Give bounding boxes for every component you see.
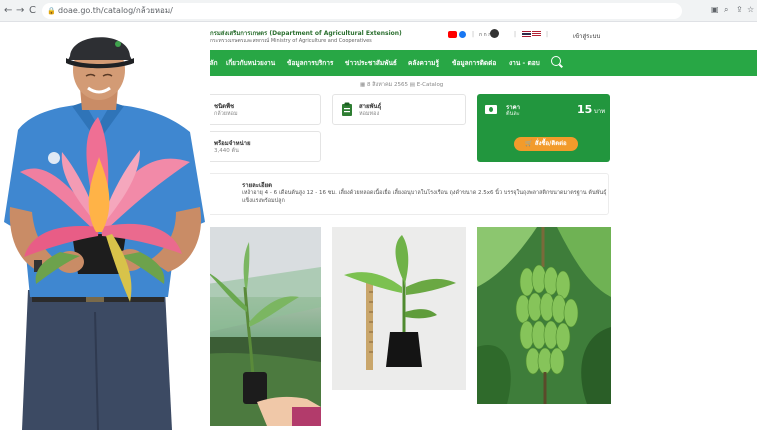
clipboard-icon [342,102,352,116]
url-text: doae.go.th/catalog/กล้วยหอม/ [58,6,173,15]
post-date: 8 สิงหาคม 2565 [366,82,409,88]
nav-item-services[interactable]: ข้อมูลการบริการ [287,58,333,68]
reload-button[interactable]: C [29,4,36,18]
price-value: 15 [577,103,593,116]
lock-icon: 🔒 [47,7,56,15]
header-divider-3: | [546,31,549,38]
address-bar[interactable]: 🔒 doae.go.th/catalog/กล้วยหอม/ [42,3,682,19]
description-panel: รายละเอียด เหง้าอายุ 4 - 6 เดือนต้นสูง 1… [187,173,609,215]
product-photo-seedling[interactable] [332,227,466,390]
header-divider: | [472,31,475,38]
extension-icon[interactable]: ▣ [711,5,719,14]
youtube-icon[interactable] [448,31,457,38]
back-button[interactable]: ← [4,4,12,18]
price-per-unit: ต้นละ [506,111,520,117]
browser-toolbar: ← → C 🔒 doae.go.th/catalog/กล้วยหอม/ ▣ ⌕… [0,0,757,22]
order-button[interactable]: 🛒 สั่งซื้อ/ติดต่อ [514,137,578,151]
english-flag-icon[interactable] [532,31,541,37]
facebook-icon[interactable] [459,31,466,38]
nav-item-contact[interactable]: ข้อมูลการติดต่อ [452,58,496,68]
header-divider-2: | [514,31,517,38]
org-name-english: กระทรวงเกษตรและสหกรณ์ Ministry of Agricu… [210,38,372,44]
presenter-photo [0,22,210,430]
folder-icon: ▤ [409,82,417,88]
breed-value: หอมทอง [359,111,380,117]
nav-item-qa[interactable]: งาน - ตอบ [509,58,540,68]
zoom-icon[interactable]: ⌕ [724,5,728,15]
thai-flag-icon[interactable] [522,31,531,37]
login-link[interactable]: เข้าสู่ระบบ [573,31,600,41]
nav-item-knowledge[interactable]: คลังความรู้ [408,58,439,68]
search-icon[interactable] [551,56,561,66]
forward-button[interactable]: → [16,4,24,18]
variety-value: กล้วยหอม [214,111,238,117]
screenshot-root: ← → C 🔒 doae.go.th/catalog/กล้วยหอม/ ▣ ⌕… [0,0,757,430]
price-card: ราคา ต้นละ 15 บาท 🛒 สั่งซื้อ/ติดต่อ [477,94,610,162]
nav-item-about[interactable]: เกี่ยวกับหน่วยงาน [226,58,275,68]
cash-icon [485,105,497,114]
cart-icon: 🛒 [525,140,535,147]
calendar-icon: ▦ [360,82,367,88]
share-icon[interactable]: ⇪ [736,5,743,14]
post-meta: ▦ 8 สิงหาคม 2565 ▤ E-Catalog [360,81,443,89]
product-photo-banana-bunch[interactable] [477,227,611,404]
price-currency: บาท [594,108,606,115]
breed-card: สายพันธุ์ หอมทอง [332,94,466,125]
order-button-label: สั่งซื้อ/ติดต่อ [534,140,567,147]
accessibility-icon[interactable] [490,29,499,38]
description-text: เหง้าอายุ 4 - 6 เดือนต้นสูง 12 - 16 ซม. … [242,190,607,204]
nav-item-news[interactable]: ข่าวประชาสัมพันธ์ [345,58,397,68]
bookmark-icon[interactable]: ☆ [747,5,754,14]
stock-value: 3,440 ต้น [214,148,239,154]
post-tag[interactable]: E-Catalog [417,82,444,88]
